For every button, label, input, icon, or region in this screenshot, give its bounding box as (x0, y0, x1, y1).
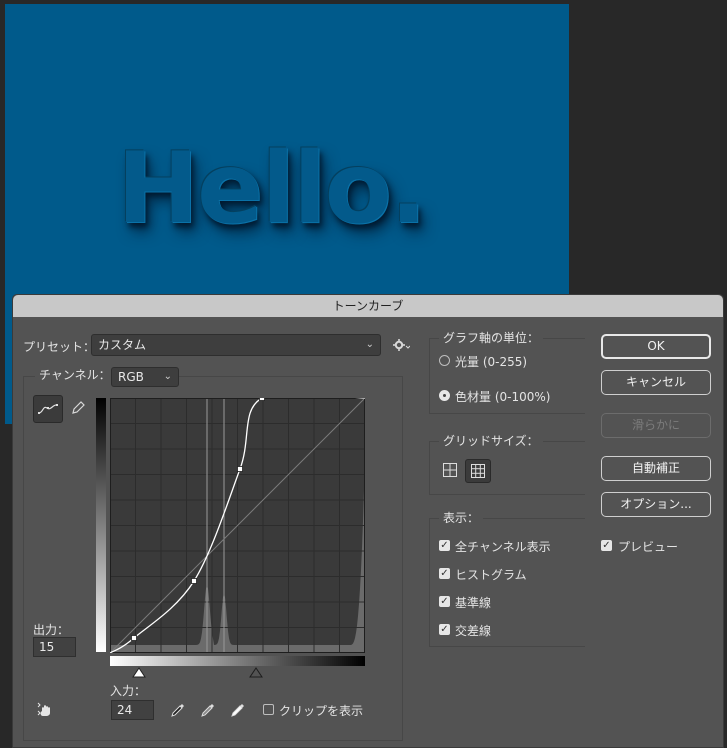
light-radio[interactable] (439, 355, 450, 366)
preview-checkbox[interactable]: ✓ (601, 540, 612, 551)
pigment-label: 色材量 (0-100%) (455, 390, 551, 404)
chevron-down-icon: ⌄ (163, 371, 172, 382)
histogram-label: ヒストグラム (455, 568, 527, 582)
grid-4-icon (443, 463, 457, 477)
pencil-icon (72, 401, 85, 414)
curve-graph[interactable] (110, 398, 365, 653)
preset-value: カスタム (98, 338, 147, 352)
graph-units-title-wrap: グラフ軸の単位： (439, 329, 544, 346)
black-eyedropper-button[interactable] (167, 699, 189, 721)
all-channels-label: 全チャンネル表示 (455, 540, 551, 554)
curve-point (131, 635, 137, 641)
gray-eyedropper-button[interactable] (197, 699, 219, 721)
display-title: 表示： (443, 511, 480, 525)
grid-simple-button[interactable] (440, 460, 460, 480)
channel-row: チャンネル： (35, 366, 115, 383)
curve-point (191, 578, 197, 584)
cancel-button[interactable]: キャンセル (601, 370, 711, 395)
channel-label: チャンネル： (39, 368, 111, 382)
baseline-checkbox[interactable]: ✓ (439, 596, 450, 607)
grid-10-icon (471, 464, 485, 478)
display-title-wrap: 表示： (439, 509, 484, 526)
channel-select[interactable]: RGB ⌄ (111, 367, 179, 387)
output-label: 出力： (33, 623, 70, 637)
clip-label: クリップを表示 (279, 704, 364, 718)
curve-point (237, 466, 243, 472)
channel-value: RGB (118, 370, 144, 384)
eyedropper-white-icon (231, 704, 244, 717)
output-field[interactable]: 15 (33, 637, 76, 657)
curve-point-tool[interactable] (33, 395, 63, 423)
input-field[interactable]: 24 (111, 700, 154, 720)
pencil-tool[interactable] (67, 397, 89, 419)
curve-tool-icon (38, 404, 58, 414)
dialog-title: トーンカーブ (13, 295, 723, 317)
intersection-checkbox[interactable]: ✓ (439, 624, 450, 635)
eyedropper-black-icon (171, 704, 184, 717)
all-channels-checkbox[interactable]: ✓ (439, 540, 450, 551)
baseline-label: 基準線 (455, 596, 492, 610)
chevron-down-icon: ⌄ (365, 339, 374, 350)
canvas-text: Hello. (117, 132, 427, 246)
pigment-radio[interactable] (439, 390, 450, 401)
white-point-slider[interactable] (132, 667, 146, 679)
input-label: 入力： (110, 684, 147, 698)
ok-button[interactable]: OK (601, 334, 711, 359)
output-gradient-bar (96, 398, 106, 652)
grid-size-title: グリッドサイズ： (443, 434, 539, 448)
eyedropper-gray-icon (201, 704, 214, 717)
options-button[interactable]: オプション... (601, 492, 711, 517)
intersection-label: 交差線 (455, 624, 492, 638)
white-eyedropper-button[interactable] (227, 699, 249, 721)
preset-select[interactable]: カスタム ⌄ (91, 334, 381, 356)
black-point-slider[interactable] (249, 667, 263, 679)
gear-icon (393, 339, 410, 351)
clip-checkbox[interactable] (263, 704, 274, 715)
grid-detailed-button[interactable] (465, 459, 491, 483)
grid-size-title-wrap: グリッドサイズ： (439, 432, 543, 449)
graph-units-title: グラフ軸の単位： (443, 331, 540, 345)
smooth-button[interactable]: 滑らかに (601, 413, 711, 438)
auto-button[interactable]: 自動補正 (601, 456, 711, 481)
curve-point (259, 398, 265, 401)
on-image-adjust-tool[interactable] (35, 699, 59, 721)
preset-gear-button[interactable] (391, 336, 411, 354)
preset-label: プリセット： (23, 340, 96, 354)
histogram-checkbox[interactable]: ✓ (439, 568, 450, 579)
preview-label: プレビュー (618, 540, 679, 554)
curves-dialog: トーンカーブ プリセット： カスタム ⌄ チャンネル： RGB ⌄ 出力： 15… (12, 294, 724, 748)
light-label: 光量 (0-255) (455, 355, 528, 369)
input-gradient-bar (110, 656, 365, 666)
hand-adjust-icon (37, 702, 50, 716)
